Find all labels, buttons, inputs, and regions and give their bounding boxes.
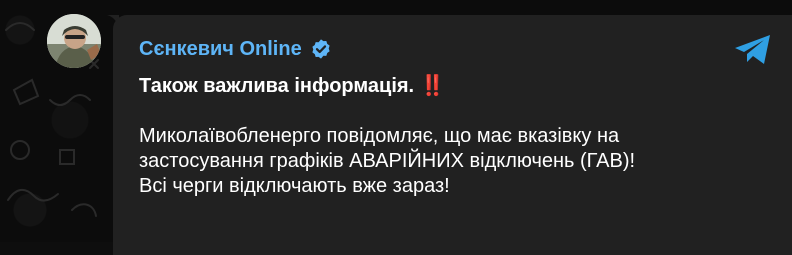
message-text: Також важлива інформація. ‼️ Миколаївобле… <box>139 74 779 199</box>
channel-avatar[interactable] <box>47 14 101 68</box>
message-body-line: Миколаївобленерго повідомляє, що має вка… <box>139 125 620 147</box>
telegram-share-icon[interactable] <box>733 33 773 67</box>
headline-text: Також важлива інформація. <box>139 75 415 97</box>
message-body-line: Всі черги відключають вже зараз! <box>139 175 450 197</box>
double-exclamation-icon: ‼️ <box>420 75 445 97</box>
message-headline: Також важлива інформація. ‼️ <box>139 74 779 99</box>
channel-header: Сєнкевич Online <box>139 37 332 61</box>
verified-badge-icon <box>312 39 330 59</box>
avatar-photo-icon <box>47 14 101 68</box>
channel-name[interactable]: Сєнкевич Online <box>139 37 302 61</box>
message-body-line: застосування графіків АВАРІЙНИХ відключе… <box>139 150 636 172</box>
